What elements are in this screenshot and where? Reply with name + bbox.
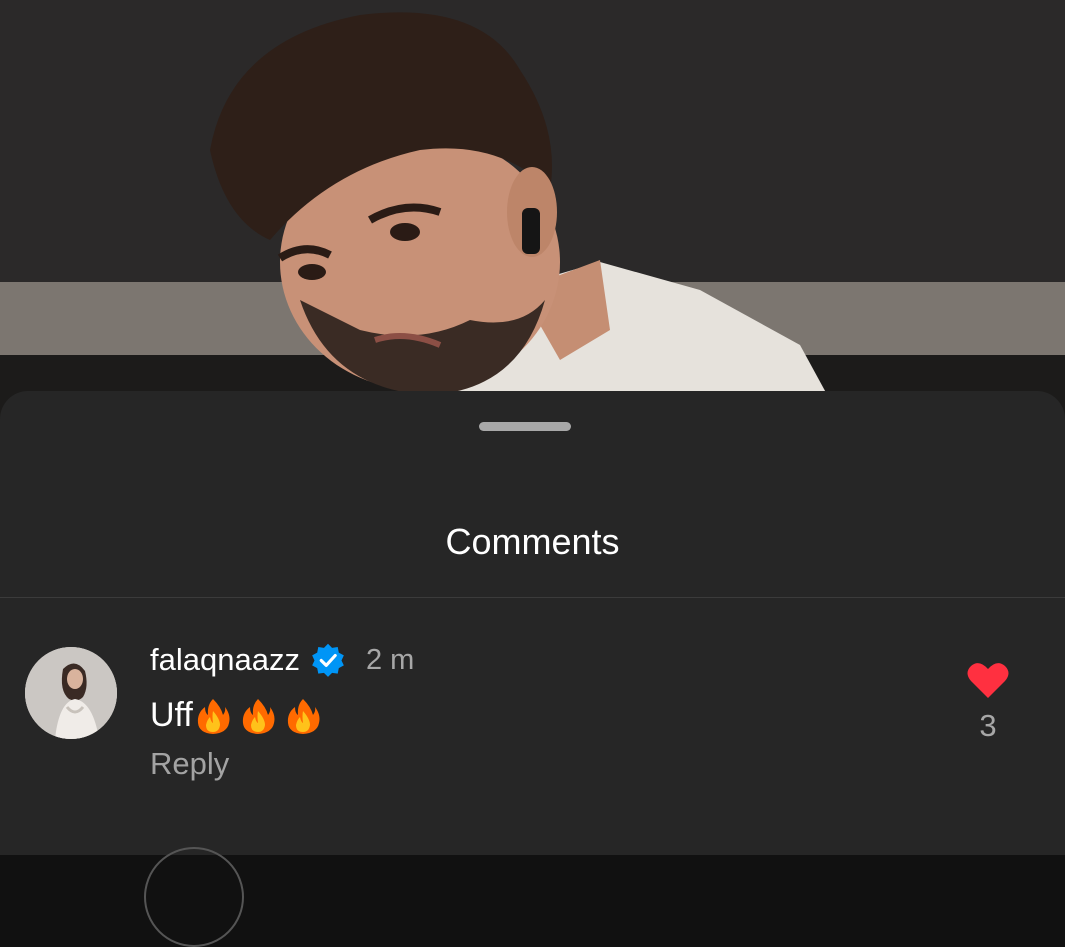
avatar[interactable] <box>25 647 117 739</box>
sheet-title: Comments <box>445 521 620 562</box>
comment-text: Uff <box>150 696 193 734</box>
reply-button[interactable]: Reply <box>150 746 229 782</box>
avatar-image <box>25 647 117 739</box>
comment-text-row: Uff <box>150 696 330 735</box>
fire-emoji-icon <box>242 698 275 734</box>
username[interactable]: falaqnaazz <box>150 642 300 678</box>
next-comment-avatar <box>144 847 244 947</box>
post-photo <box>0 0 1065 420</box>
comment-time: 2 m <box>365 643 415 676</box>
comment-item: falaqnaazz 2 m Uff Reply 3 <box>0 598 1065 947</box>
verified-badge-icon <box>312 643 344 677</box>
fire-emoji-icon <box>287 698 320 734</box>
emoji-group <box>195 697 330 735</box>
comment-meta: falaqnaazz 2 m <box>150 638 414 682</box>
fire-emoji-icon <box>197 698 230 734</box>
like-count: 3 <box>979 708 997 743</box>
heart-icon[interactable] <box>966 660 1010 700</box>
man-portrait-image <box>0 0 1065 420</box>
drag-handle[interactable] <box>479 422 571 431</box>
comments-sheet: Comments falaqnaazz 2 m Uff Reply 3 <box>0 391 1065 947</box>
